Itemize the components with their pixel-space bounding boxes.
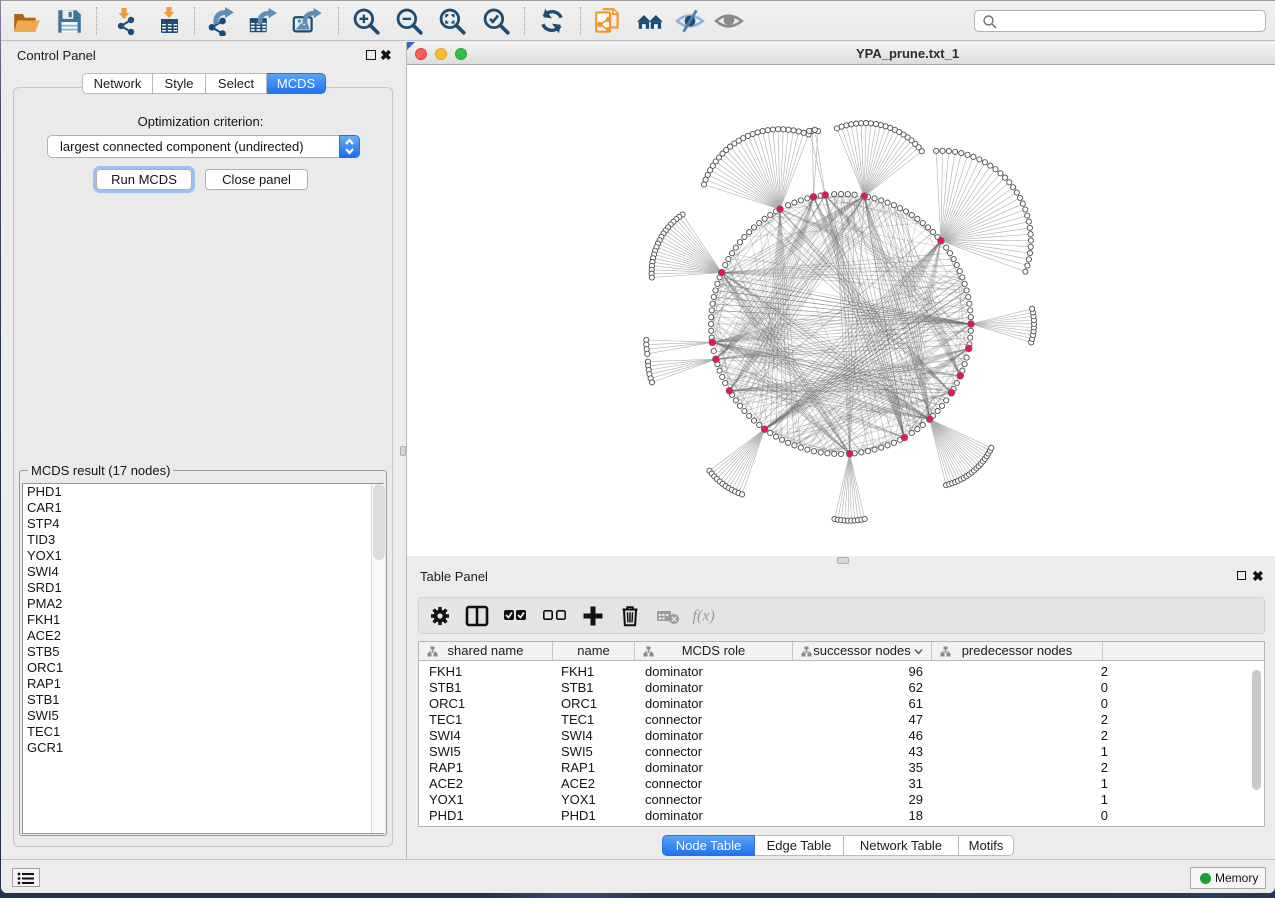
svg-text:f(x): f(x) [693,608,715,625]
